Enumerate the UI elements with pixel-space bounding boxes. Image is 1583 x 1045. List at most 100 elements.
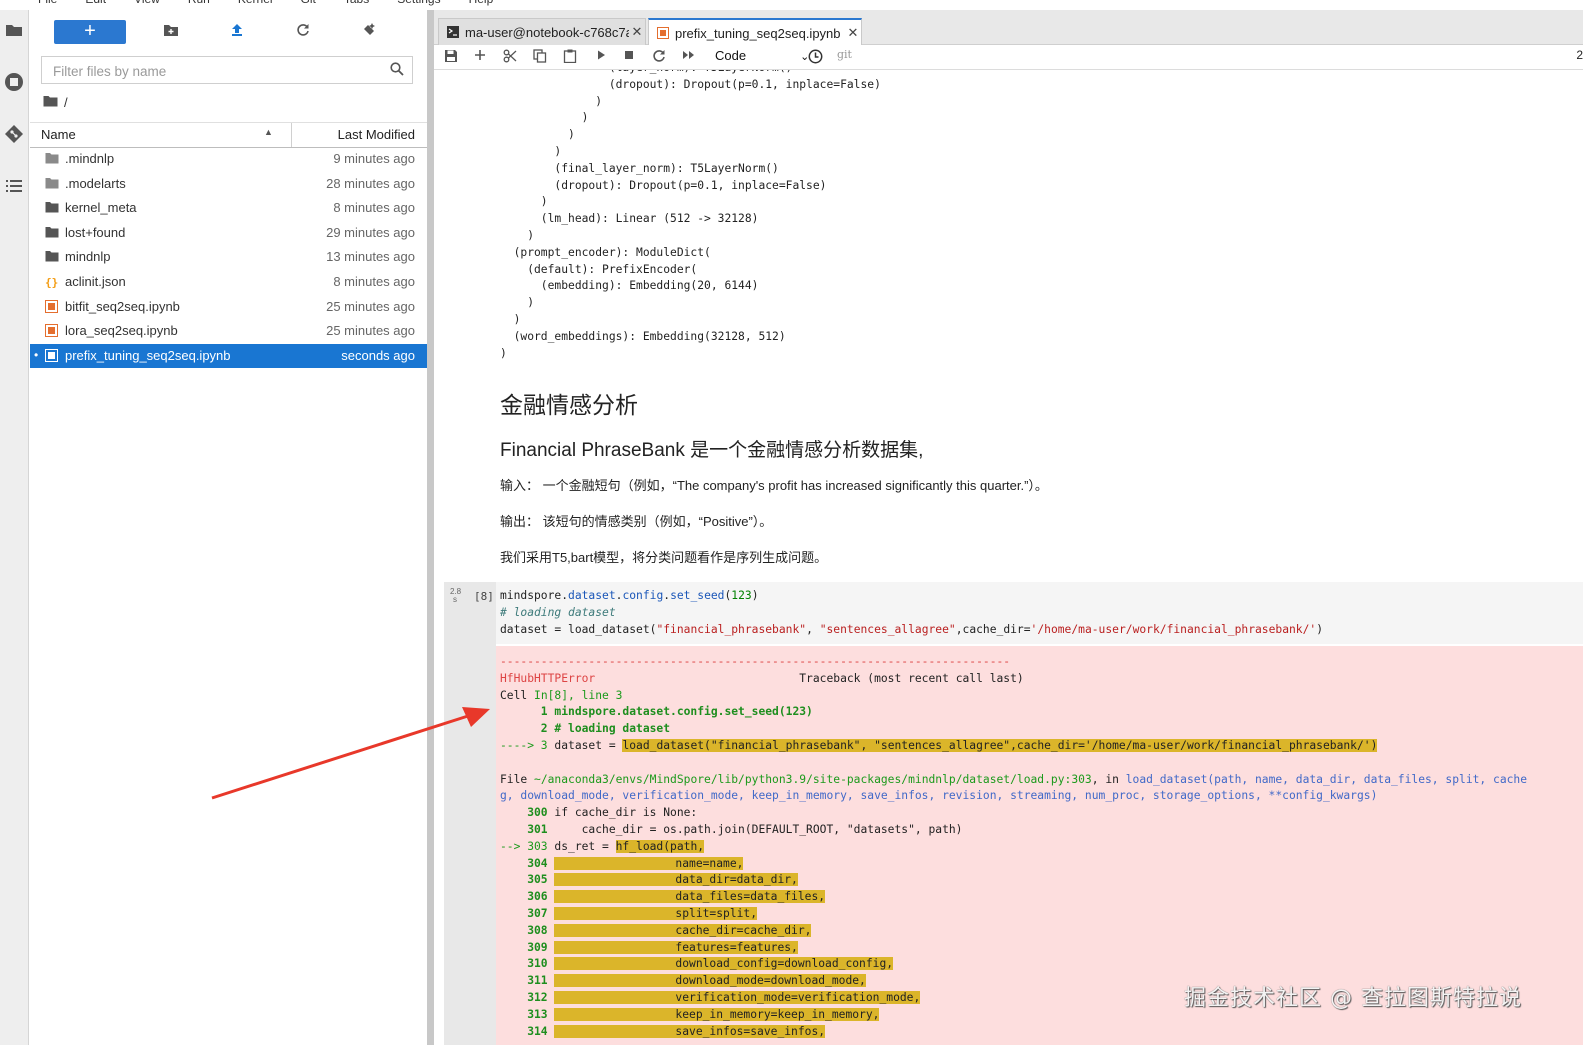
output-line: (dropout): Dropout(p=0.1, inplace=False) [500, 178, 827, 192]
file-name: prefix_tuning_seq2seq.ipynb [65, 347, 231, 363]
folder-icon[interactable] [43, 95, 58, 110]
cell-type-select[interactable]: Code ⌄ [715, 48, 809, 63]
menu-run[interactable]: Run [188, 0, 210, 8]
close-icon[interactable]: ✕ [845, 25, 861, 41]
output-line: (layer_norm): T5LayerNorm() [500, 70, 881, 77]
new-launcher-button[interactable]: + [54, 20, 126, 44]
traceback-source-line: 307 split=split, [500, 906, 758, 920]
output-line: ) [500, 111, 589, 125]
traceback-cell-ref: Cell In[8], line 3 [500, 688, 623, 702]
fast-forward-icon[interactable] [682, 49, 696, 65]
cell-collapser[interactable] [444, 582, 496, 1045]
model-output: (layer_norm): T5LayerNorm() (dropout): D… [500, 70, 881, 362]
traceback-source-line: 301 cache_dir = os.path.join(DEFAULT_ROO… [500, 822, 963, 836]
cut-icon[interactable] [503, 49, 517, 65]
column-name-header[interactable]: Name [41, 127, 76, 142]
folder-icon [45, 250, 59, 264]
traceback-source-line: 310 download_config=download_config, [500, 957, 894, 971]
filter-files-input[interactable] [51, 58, 385, 84]
git-icon[interactable] [4, 124, 24, 144]
file-name: aclinit.json [65, 273, 126, 289]
svg-text:{}: {} [45, 276, 58, 289]
document-tab-bar: ma-user@notebook-c768c7a ✕ prefix_tuning… [434, 10, 1583, 46]
menu-kernel[interactable]: Kernel [238, 0, 273, 8]
menu-bar: File Edit View Run Kernel Git Tabs Setti… [0, 0, 1583, 8]
code-line-3: dataset = load_dataset("financial_phrase… [500, 622, 1324, 636]
tab-terminal[interactable]: ma-user@notebook-c768c7a ✕ [438, 18, 646, 45]
input-prompt: [8] [474, 590, 494, 603]
sort-ascending-icon[interactable]: ▲ [264, 127, 273, 137]
code-cell-editor[interactable]: mindspore.dataset.config.set_seed(123) # … [500, 588, 1323, 638]
file-list-header: Name ▲ Last Modified [30, 122, 427, 148]
save-icon[interactable] [444, 49, 458, 65]
menu-tabs[interactable]: Tabs [344, 0, 369, 8]
menu-help[interactable]: Help [469, 0, 494, 8]
search-icon[interactable] [390, 62, 404, 76]
menu-git[interactable]: Git [301, 0, 316, 8]
file-name: lost+found [65, 224, 126, 240]
folder-icon[interactable] [4, 22, 24, 42]
code-line-1: mindspore.dataset.config.set_seed(123) [500, 589, 759, 602]
paste-icon[interactable] [563, 49, 577, 65]
json-file-icon: {} [45, 275, 59, 289]
run-icon[interactable] [595, 49, 607, 65]
file-row[interactable]: .modelarts 28 minutes ago [30, 172, 427, 197]
code-line-2: # loading dataset [500, 605, 616, 619]
new-folder-icon[interactable] [161, 22, 181, 42]
running-kernels-icon[interactable] [4, 72, 24, 92]
terminal-icon [447, 26, 459, 38]
file-name: lora_seq2seq.ipynb [65, 323, 178, 339]
output-line: ) [500, 94, 603, 108]
copy-icon[interactable] [533, 49, 547, 65]
breadcrumb-root[interactable]: / [64, 95, 68, 110]
close-icon[interactable]: ✕ [629, 24, 645, 40]
file-list: .mindnlp 9 minutes ago .modelarts 28 minute… [30, 147, 427, 369]
tab-label: ma-user@notebook-c768c7a [465, 24, 629, 40]
git-diff-label[interactable]: git [837, 48, 852, 61]
output-line: ) [500, 228, 535, 242]
insert-cell-icon[interactable] [474, 49, 486, 65]
column-modified-header[interactable]: Last Modified [338, 127, 415, 142]
file-modified: 9 minutes ago [333, 151, 415, 166]
kernel-status-truncated: 2 [1576, 48, 1583, 62]
menu-file[interactable]: File [38, 0, 57, 8]
output-line: ) [500, 128, 575, 142]
traceback-source-line: 309 features=features, [500, 940, 798, 954]
file-row[interactable]: {} aclinit.json 8 minutes ago [30, 270, 427, 295]
stop-icon[interactable] [623, 49, 635, 65]
panel-splitter[interactable] [427, 10, 434, 1045]
file-modified: seconds ago [341, 347, 415, 363]
table-of-contents-icon[interactable] [4, 178, 24, 198]
upload-icon[interactable] [227, 22, 247, 42]
file-modified: 13 minutes ago [326, 249, 415, 265]
file-modified: 25 minutes ago [326, 298, 415, 314]
file-row[interactable]: lora_seq2seq.ipynb 25 minutes ago [30, 319, 427, 344]
menu-settings[interactable]: Settings [397, 0, 440, 8]
traceback-source-line: 308 cache_dir=cache_dir, [500, 923, 812, 937]
traceback-arrow-line: --> 303 ds_ret = hf_load(path, [500, 839, 705, 853]
menu-view[interactable]: View [134, 0, 160, 8]
file-row[interactable]: lost+found 29 minutes ago [30, 221, 427, 246]
breadcrumb: / [43, 95, 68, 110]
file-row[interactable]: kernel_meta 8 minutes ago [30, 196, 427, 221]
tab-notebook[interactable]: prefix_tuning_seq2seq.ipynb ✕ [648, 18, 862, 46]
file-row[interactable]: bitfit_seq2seq.ipynb 25 minutes ago [30, 295, 427, 320]
file-row[interactable]: .mindnlp 9 minutes ago [30, 147, 427, 172]
refresh-icon[interactable] [293, 22, 313, 42]
file-row[interactable]: • prefix_tuning_seq2seq.ipynb seconds ago [30, 343, 427, 369]
menu-edit[interactable]: Edit [85, 0, 106, 8]
traceback-source-line: 305 data_dir=data_dir, [500, 873, 798, 887]
traceback-source-line: 304 name=name, [500, 856, 744, 870]
markdown-heading-1: 金融情感分析 [500, 392, 638, 418]
file-name: .modelarts [65, 175, 126, 191]
file-row[interactable]: mindnlp 13 minutes ago [30, 245, 427, 270]
notebook-icon [45, 324, 59, 338]
file-modified: 29 minutes ago [326, 224, 415, 240]
file-name: bitfit_seq2seq.ipynb [65, 298, 180, 314]
column-divider[interactable] [291, 123, 292, 147]
output-line: (final_layer_norm): T5LayerNorm() [500, 161, 779, 175]
clock-icon[interactable] [808, 49, 823, 65]
restart-kernel-icon[interactable] [652, 49, 666, 65]
traceback-separator: ----------------------------------------… [500, 655, 1011, 668]
git-clone-icon[interactable] [359, 22, 379, 42]
